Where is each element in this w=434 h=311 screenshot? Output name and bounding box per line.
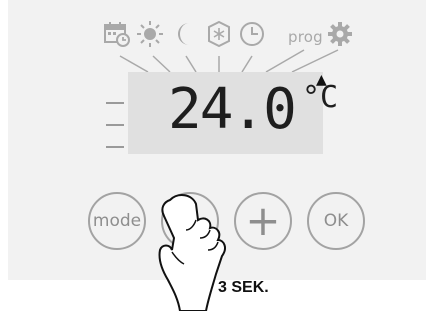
mode-button[interactable]: mode (88, 192, 146, 250)
plus-icon: + (245, 196, 281, 245)
plus-button[interactable]: + (234, 192, 292, 250)
ok-button[interactable]: OK (307, 192, 365, 250)
level-mark-1 (106, 102, 124, 104)
level-mark-3 (106, 146, 124, 148)
up-indicator-icon: ▲ (316, 72, 327, 88)
lcd-display: 24.0 °C ▲ (128, 72, 338, 154)
temperature-readout: 24.0 (168, 77, 297, 142)
hold-duration-caption: 3 SEK. (218, 279, 269, 296)
ok-button-label: OK (323, 211, 349, 231)
level-mark-2 (106, 124, 124, 126)
mode-button-label: mode (92, 211, 142, 231)
